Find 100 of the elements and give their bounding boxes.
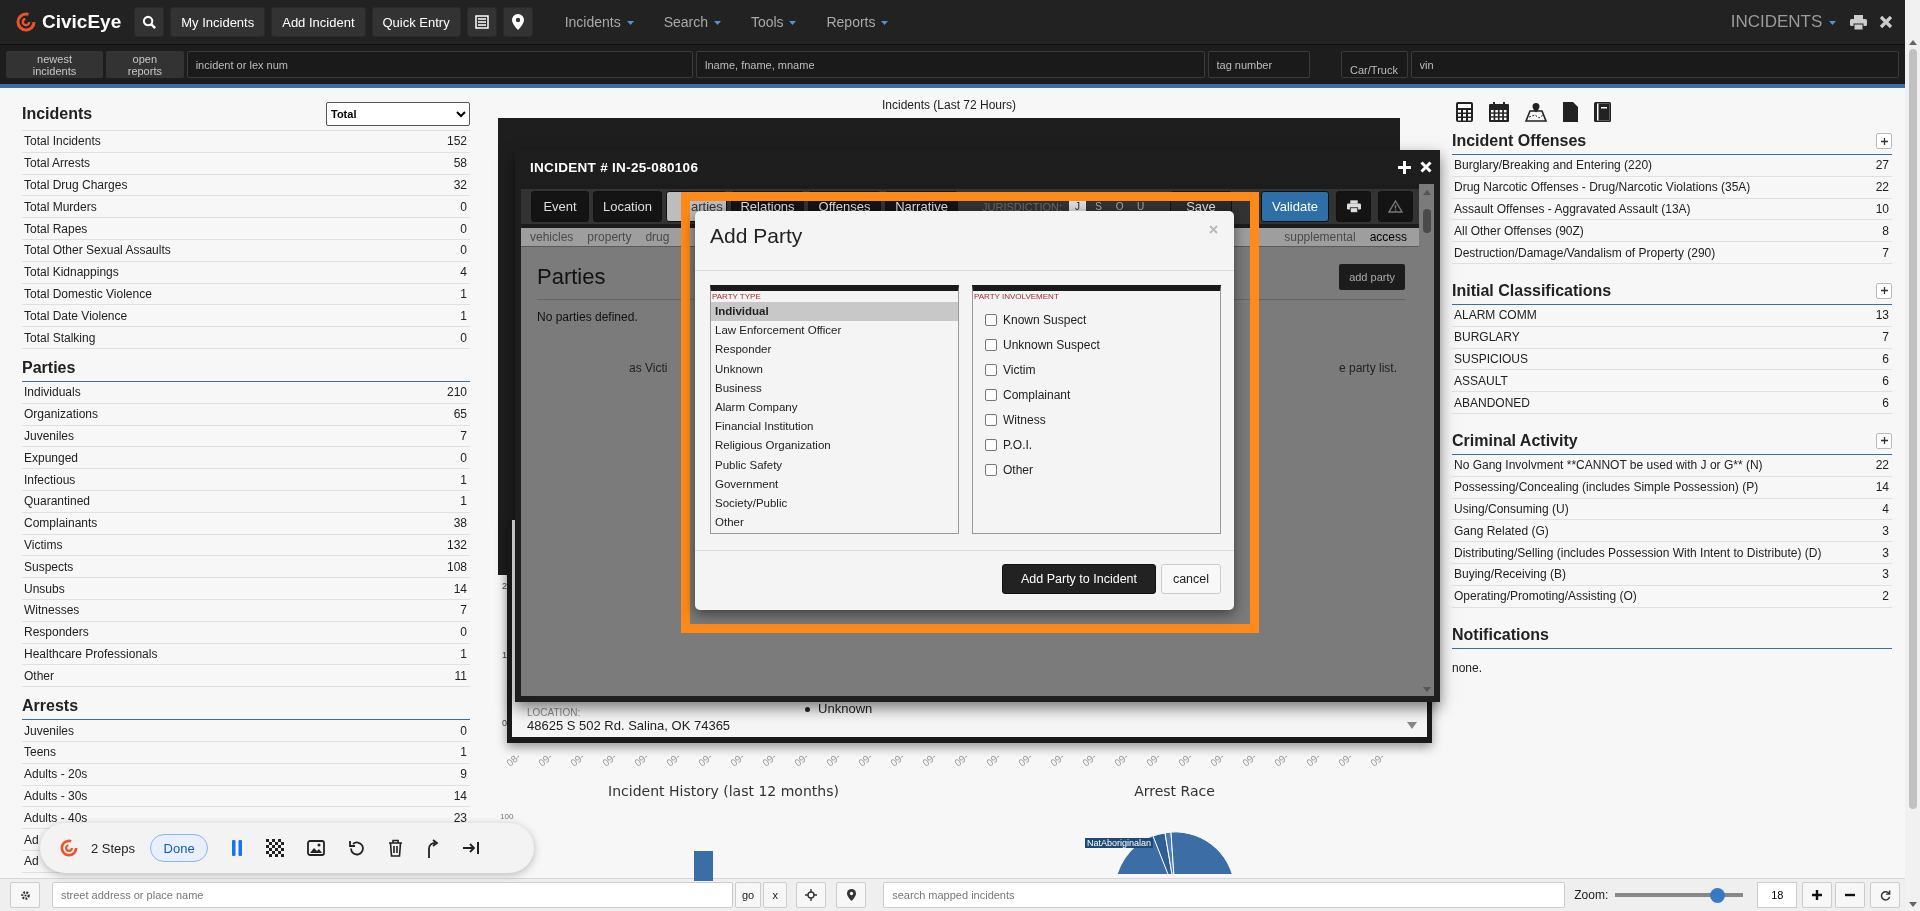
search-button[interactable]: [134, 7, 165, 37]
checkbox-label[interactable]: Unknown Suspect: [1003, 337, 1100, 352]
menu-item[interactable]: Reports: [826, 14, 889, 30]
list-option[interactable]: Government: [711, 474, 958, 494]
search-field[interactable]: lname, fname, mname: [696, 51, 1205, 78]
checkbox-label[interactable]: P.O.I.: [1003, 437, 1033, 452]
print-icon[interactable]: [1850, 14, 1867, 30]
checkbox[interactable]: [985, 313, 997, 326]
search-field[interactable]: tag number: [1207, 51, 1310, 78]
print-button[interactable]: [1336, 191, 1371, 222]
trash-icon[interactable]: [388, 839, 404, 857]
tab[interactable]: Event: [531, 191, 589, 222]
search-field[interactable]: Car/Truck: [1340, 51, 1408, 78]
page-scrollbar[interactable]: [1905, 0, 1920, 911]
zoom-out-button[interactable]: [1835, 882, 1866, 908]
scrollbar[interactable]: [1419, 184, 1434, 696]
close-icon[interactable]: [1879, 15, 1893, 29]
add-button[interactable]: [1876, 133, 1892, 149]
search-field[interactable]: incident or lex num: [186, 51, 694, 78]
list-option[interactable]: Public Safety: [711, 455, 958, 475]
subtab[interactable]: access: [1369, 230, 1407, 244]
search-field[interactable]: vin: [1410, 51, 1899, 78]
menu-item[interactable]: Search: [663, 14, 721, 30]
address-field[interactable]: street address or place name: [52, 882, 733, 908]
zoom-in-button[interactable]: [1802, 882, 1833, 908]
list-option[interactable]: Individual: [711, 302, 958, 322]
zoom-field[interactable]: 18: [1757, 882, 1798, 908]
tab[interactable]: Location: [593, 191, 662, 222]
add-party-button[interactable]: add party: [1339, 264, 1405, 290]
undo-icon[interactable]: [348, 839, 366, 857]
brand-name: CivicEye: [42, 11, 122, 33]
image-icon[interactable]: [307, 840, 326, 856]
list-button[interactable]: [466, 7, 497, 37]
add-party-button[interactable]: Add Party to Incident: [1002, 563, 1156, 594]
clear-button[interactable]: x: [763, 882, 788, 908]
stat-label: SUSPICIOUS: [1454, 351, 1528, 366]
calendar-icon[interactable]: [1489, 102, 1509, 122]
checkbox[interactable]: [985, 463, 997, 476]
checkbox-label[interactable]: Witness: [1003, 412, 1046, 427]
checkbox[interactable]: [985, 338, 997, 351]
book-icon[interactable]: [1594, 102, 1611, 122]
add-button[interactable]: [1876, 283, 1892, 299]
scrollbar-thumb[interactable]: [1908, 49, 1917, 809]
section-title: Initial Classifications: [1452, 282, 1612, 300]
settings-button[interactable]: [10, 882, 40, 908]
calculator-icon[interactable]: [1456, 102, 1473, 122]
scroll-down-icon[interactable]: [1908, 902, 1917, 907]
list-option[interactable]: Alarm Company: [711, 397, 958, 418]
list-option[interactable]: Other: [711, 513, 958, 533]
menu-item[interactable]: Incidents: [564, 14, 634, 30]
scroll-down-icon[interactable]: [1407, 722, 1417, 729]
map-icon[interactable]: [1525, 102, 1547, 122]
print-icon: [1346, 200, 1361, 213]
map-search-field[interactable]: search mapped incidents: [883, 882, 1566, 908]
list-option[interactable]: Religious Organization: [711, 436, 958, 456]
validate-button[interactable]: Validate: [1261, 191, 1329, 222]
list-option[interactable]: Responder: [711, 340, 958, 360]
list-option[interactable]: Unknown: [711, 359, 958, 379]
go-button[interactable]: go: [735, 882, 762, 908]
stat-label: Total Arrests: [24, 156, 91, 171]
list-option[interactable]: Society/Public: [711, 493, 958, 514]
locate-button[interactable]: [796, 882, 827, 908]
list-option[interactable]: Law Enforcement Officer: [711, 321, 958, 341]
logo-icon: [60, 839, 78, 857]
done-button[interactable]: Done: [150, 834, 209, 862]
menu-item[interactable]: Tools: [750, 14, 797, 30]
document-icon[interactable]: [1563, 102, 1578, 122]
checkbox[interactable]: [985, 388, 997, 401]
quick-filter-button[interactable]: open reports: [106, 51, 184, 78]
pause-icon[interactable]: [231, 840, 244, 856]
scroll-up-icon[interactable]: [1908, 40, 1917, 45]
warning-button[interactable]: [1378, 191, 1413, 222]
checkbox-label[interactable]: Known Suspect: [1003, 312, 1087, 327]
map-pin-button[interactable]: [502, 7, 533, 37]
nav-button[interactable]: Add Incident: [271, 7, 366, 37]
module-menu[interactable]: INCIDENTS: [1730, 12, 1836, 32]
nav-button[interactable]: My Incidents: [170, 7, 266, 37]
list-option[interactable]: Business: [711, 378, 958, 398]
checkbox-label[interactable]: Complainant: [1003, 387, 1071, 402]
scrollbar-thumb[interactable]: [1422, 209, 1431, 233]
slider-thumb[interactable]: [1710, 887, 1726, 903]
refresh-button[interactable]: [1870, 882, 1901, 908]
add-icon[interactable]: [1398, 160, 1411, 174]
checkbox[interactable]: [985, 413, 997, 426]
cancel-button[interactable]: cancel: [1161, 563, 1221, 594]
list-option[interactable]: Financial Institution: [711, 417, 958, 437]
nav-button[interactable]: Quick Entry: [371, 7, 461, 37]
checkbox[interactable]: [985, 438, 997, 451]
checkbox-label[interactable]: Victim: [1003, 362, 1036, 377]
checkbox-label[interactable]: Other: [1003, 462, 1033, 477]
axis-tick-label: 2: [502, 581, 507, 591]
checkbox[interactable]: [985, 363, 997, 376]
checker-icon[interactable]: [266, 839, 285, 857]
add-button[interactable]: [1876, 432, 1892, 449]
total-select[interactable]: Total: [326, 102, 470, 126]
skip-to-end-icon[interactable]: [463, 841, 481, 855]
stat-label: Healthcare Professionals: [24, 646, 158, 661]
curved-arrow-icon[interactable]: [426, 838, 441, 858]
party-type-list[interactable]: PARTY TYPE Individual Law Enforcement Officer Responder Unknown Business Alarm Company Financial Institution Religious Organization Public Safety Government Society/Public Other: [710, 285, 959, 534]
quick-filter-button[interactable]: newest incidents: [6, 51, 104, 78]
